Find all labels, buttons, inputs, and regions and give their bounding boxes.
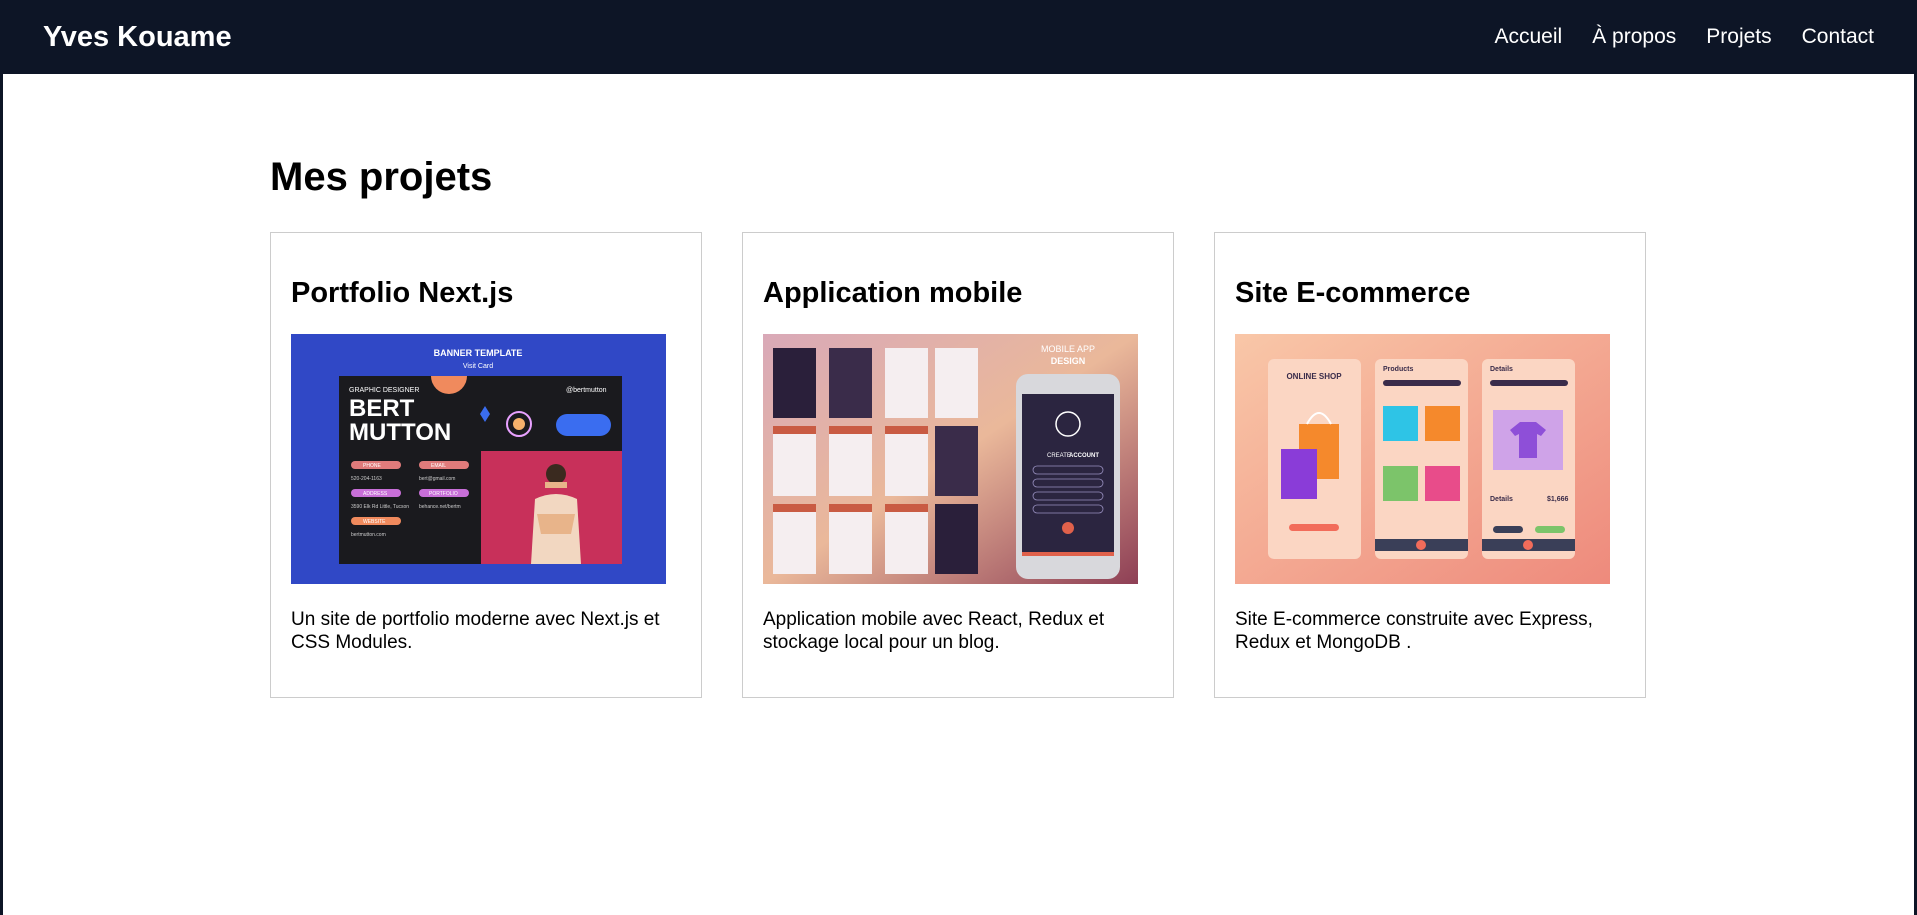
- project-card-description: Un site de portfolio moderne avec Next.j…: [291, 609, 660, 654]
- svg-text:bertmutton.com: bertmutton.com: [351, 532, 386, 538]
- name-line-2: MUTTON: [349, 419, 451, 446]
- project-card-description: Site E-commerce construite avec Express,…: [1235, 609, 1593, 654]
- svg-text:EMAIL: EMAIL: [431, 463, 446, 469]
- banner-template-illustration: BANNER TEMPLATE Visit Card GRAPHIC DESIG…: [291, 334, 666, 585]
- nav-link-contact[interactable]: Contact: [1802, 25, 1874, 49]
- price-label: $1,666: [1547, 496, 1569, 503]
- name-line-1: BERT: [349, 395, 415, 422]
- svg-text:CREATE: CREATE: [1047, 453, 1071, 459]
- online-shop-illustration: ONLINE SHOP Products Details Details $1,…: [1235, 334, 1610, 585]
- svg-text:behance.net/bertm: behance.net/bertm: [419, 504, 461, 510]
- project-image-ecommerce: ONLINE SHOP Products Details Details $1,…: [1235, 334, 1610, 585]
- svg-text:bert@gmail.com: bert@gmail.com: [419, 476, 455, 482]
- products-title: Products: [1383, 366, 1413, 373]
- banner-heading: BANNER TEMPLATE: [434, 348, 523, 358]
- top-navbar: Yves Kouame Accueil À propos Projets Con…: [0, 0, 1917, 74]
- handle-label: @bertmutton: [566, 387, 607, 394]
- project-card-description: Application mobile avec React, Redux et …: [763, 609, 1105, 654]
- nav-link-accueil[interactable]: Accueil: [1495, 25, 1563, 49]
- project-card-title: Portfolio Next.js: [291, 277, 514, 309]
- design-heading: DESIGN: [1051, 356, 1086, 366]
- banner-subheading: Visit Card: [463, 363, 493, 370]
- svg-text:ACCOUNT: ACCOUNT: [1069, 453, 1099, 459]
- project-card-portfolio[interactable]: Portfolio Next.js BANNER TEMPLATE Visit …: [270, 232, 702, 698]
- project-image-portfolio: BANNER TEMPLATE Visit Card GRAPHIC DESIG…: [291, 334, 666, 585]
- svg-text:520-204-1163: 520-204-1163: [351, 476, 382, 482]
- svg-text:WEBSITE: WEBSITE: [363, 519, 386, 525]
- brand-logo-link[interactable]: Yves Kouame: [43, 21, 232, 54]
- project-card-title: Site E-commerce: [1235, 277, 1471, 309]
- svg-text:PHONE: PHONE: [363, 463, 381, 469]
- project-card-title: Application mobile: [763, 277, 1023, 309]
- page-title: Mes projets: [270, 155, 493, 199]
- role-label: GRAPHIC DESIGNER: [349, 387, 419, 394]
- details-title: Details: [1490, 366, 1513, 373]
- online-shop-title: ONLINE SHOP: [1286, 372, 1342, 381]
- nav-links: Accueil À propos Projets Contact: [1495, 25, 1875, 49]
- svg-text:ADDRESS: ADDRESS: [363, 491, 388, 497]
- nav-link-projets[interactable]: Projets: [1706, 25, 1771, 49]
- mobile-app-heading: MOBILE APP: [1041, 344, 1095, 354]
- projects-section: Mes projets Portfolio Next.js BANNER TEM…: [270, 155, 1650, 698]
- project-cards: Portfolio Next.js BANNER TEMPLATE Visit …: [270, 232, 1646, 698]
- svg-text:3590 Elk Rd Little, Tucson: 3590 Elk Rd Little, Tucson: [351, 504, 409, 510]
- svg-text:Details: Details: [1490, 496, 1513, 503]
- mobile-app-design-illustration: MOBILE APP DESIGN CREATE ACCOUNT: [763, 334, 1138, 585]
- project-card-mobile[interactable]: Application mobile MOBILE APP DESIGN CRE…: [742, 232, 1174, 698]
- project-card-ecommerce[interactable]: Site E-commerce ONLINE SHOP Products Det…: [1214, 232, 1646, 698]
- project-image-mobile: MOBILE APP DESIGN CREATE ACCOUNT: [763, 334, 1138, 585]
- svg-text:PORTFOLIO: PORTFOLIO: [429, 491, 458, 497]
- nav-link-a-propos[interactable]: À propos: [1592, 25, 1676, 49]
